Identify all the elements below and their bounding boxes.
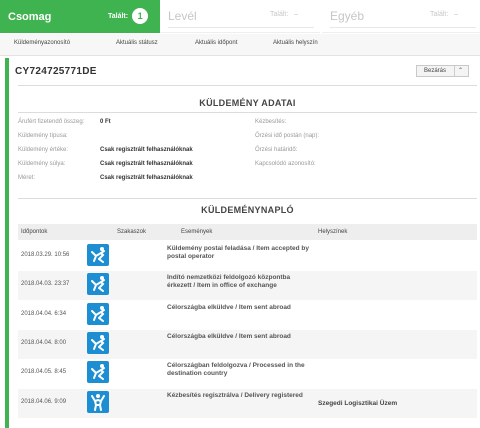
log-header-time: Időpontok [21, 229, 48, 235]
field-label-delivery: Kézbesítés: [255, 119, 287, 125]
handover-icon [87, 273, 109, 295]
tab-egyeb-count-label: Talált: [430, 11, 449, 18]
log-row-date: 2018.04.04. 8:00 [21, 340, 67, 346]
tab-egyeb-title: Egyéb [330, 9, 365, 23]
log-row-event: Célországba elküldve / Item sent abroad [167, 333, 291, 340]
log-row: 2018.04.04. 6:34 Célországba elküldve / … [18, 301, 477, 330]
close-button-separator [454, 66, 455, 76]
field-value-size: Csak regisztrált felhasználóknak [100, 175, 193, 181]
log-row-date: 2018.04.03. 23:37 [21, 281, 70, 287]
field-label-related-id: Kapcsolódó azonosító: [255, 161, 316, 167]
log-row-date: 2018.04.04. 6:34 [21, 311, 67, 317]
field-label-storage-days: Őrzési idő postán (nap): [255, 133, 320, 139]
tab-level-count-label: Talált: [270, 11, 289, 18]
log-title: KÜLDEMÉNYNAPLÓ [201, 205, 294, 215]
tab-egyeb-count-value: – [454, 11, 459, 18]
tab-egyeb-underline [330, 27, 476, 28]
result-tabs: Csomag Talált: 1 Levél Talált: – Egyéb T… [0, 0, 480, 33]
tab-level-underline [168, 27, 314, 28]
tab-csomag-count-label: Talált: [108, 12, 129, 20]
log-row-event: Indító nemzetközi feldolgozó központba é… [167, 274, 291, 289]
log-row: 2018.03.29. 10:56 Küldemény postai felad… [18, 242, 477, 271]
divider [18, 198, 477, 199]
field-label-type: Küldemény típusa: [18, 133, 68, 139]
log-row-place: Szegedi Logisztikai Üzem [318, 400, 398, 407]
log-row-event: Célországban feldolgozva / Processed in … [167, 362, 305, 377]
handover-icon [87, 303, 109, 325]
tab-csomag[interactable]: Csomag Talált: 1 [0, 0, 160, 33]
tab-csomag-count: Talált: 1 [108, 8, 149, 24]
column-header-tracking[interactable]: Küldeményazonosító [14, 40, 70, 46]
log-header-stage: Szakaszok [117, 229, 147, 235]
column-header-location[interactable]: Aktuális helyszín [273, 40, 318, 46]
log-row-event: Célországba elküldve / Item sent abroad [167, 304, 291, 311]
chevron-up-icon: ⌃ [458, 68, 464, 74]
close-button[interactable]: Bezárás ⌃ [416, 65, 469, 77]
handover-icon [87, 332, 109, 354]
details-title: KÜLDEMÉNY ADATAI [199, 98, 296, 108]
column-header-time[interactable]: Aktuális időpont [195, 40, 237, 46]
shipment-card: CY724725771DE Bezárás ⌃ KÜLDEMÉNY ADATAI… [9, 58, 480, 428]
tab-level-title: Levél [168, 9, 197, 23]
log-row-event: Kézbesítés regisztrálva / Delivery regis… [167, 392, 303, 399]
divider [18, 112, 477, 113]
results-column-headers: Küldeményazonosító Aktuális státusz Aktu… [0, 34, 480, 56]
log-row: 2018.04.04. 8:00 Célországba elküldve / … [18, 330, 477, 359]
delivered-icon [87, 391, 109, 413]
count-badge: 1 [132, 8, 149, 24]
log-row: 2018.04.03. 23:37 Indító nemzetközi feld… [18, 271, 477, 300]
tab-csomag-title: Csomag [8, 10, 52, 23]
field-label-value: Küldemény értéke: [18, 147, 69, 153]
log-row: 2018.04.06. 9:09 Kézbesítés regisztrálva… [18, 389, 477, 418]
log-row-event: Küldemény postai feladása / Item accepte… [167, 245, 309, 260]
log-row-date: 2018.03.29. 10:56 [21, 252, 70, 258]
field-value-value: Csak regisztrált felhasználóknak [100, 147, 193, 153]
tab-level-count: Talált: – [270, 11, 298, 18]
handover-icon [87, 361, 109, 383]
field-label-storage-deadline: Őrzési határidő: [255, 147, 298, 153]
field-value-cod: 0 Ft [100, 119, 111, 125]
column-header-status[interactable]: Aktuális státusz [116, 40, 158, 46]
tab-egyeb-count: Talált: – [430, 11, 458, 18]
log-header-place: Helyszínek [318, 229, 348, 235]
field-label-cod: Árufért fizetendő összeg: [18, 119, 85, 125]
field-label-weight: Küldemény súlya: [18, 161, 66, 167]
log-row-date: 2018.04.05. 8:45 [21, 369, 67, 375]
close-button-label: Bezárás [424, 68, 447, 74]
log-row-date: 2018.04.06. 9:09 [21, 399, 67, 405]
field-value-weight: Csak regisztrált felhasználóknak [100, 161, 193, 167]
log-table-header: Időpontok Szakaszok Események Helyszínek [18, 224, 477, 240]
tab-level[interactable]: Levél Talált: – [160, 0, 320, 33]
handover-icon [87, 244, 109, 266]
tab-level-count-value: – [294, 11, 299, 18]
log-row: 2018.04.05. 8:45 Célországban feldolgozv… [18, 359, 477, 388]
tracking-number: CY724725771DE [15, 66, 97, 77]
tab-egyeb[interactable]: Egyéb Talált: – [322, 0, 480, 33]
log-header-event: Események [181, 229, 213, 235]
divider [18, 85, 477, 86]
field-label-size: Méret: [18, 175, 36, 181]
